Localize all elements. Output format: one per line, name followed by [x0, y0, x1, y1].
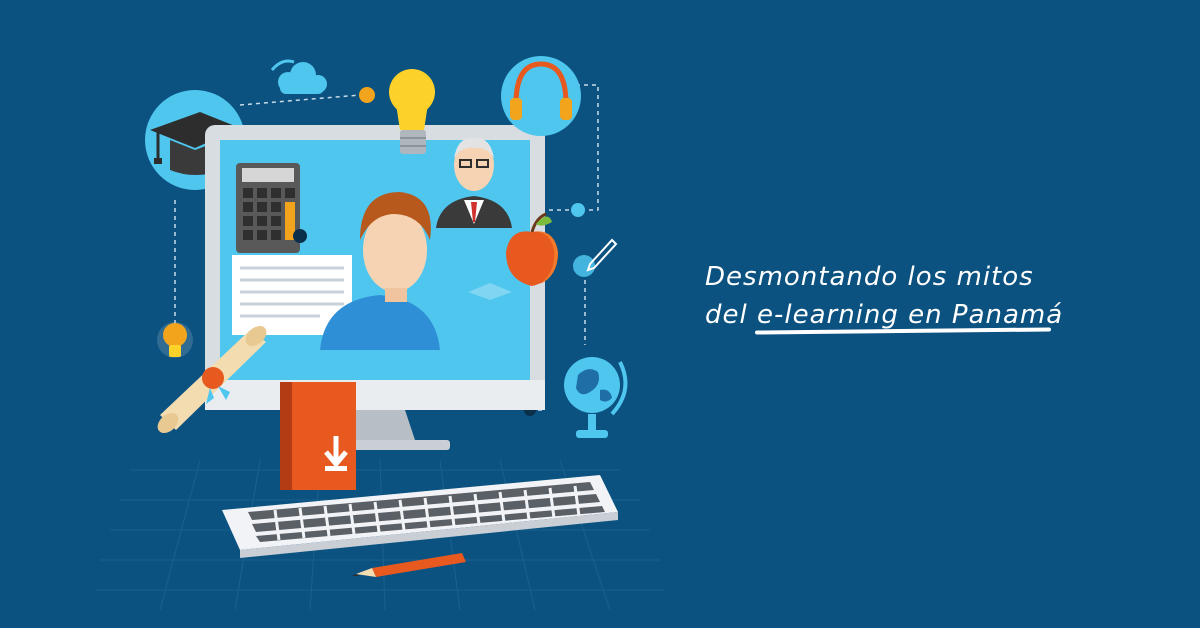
connector-dot: [571, 203, 585, 217]
globe-icon: [564, 357, 628, 438]
pencil-bottom-icon: [352, 553, 466, 577]
pencil-icon: [573, 238, 618, 277]
cloud-icon: [270, 59, 327, 94]
small-lightbulb-icon: [157, 322, 193, 358]
calculator-icon: [236, 163, 300, 253]
headline-line-1: Desmontando los mitos: [705, 262, 1034, 292]
connector-dot: [359, 87, 375, 103]
headphones-icon: [501, 56, 581, 136]
book-download-icon: [280, 382, 356, 490]
headline: Desmontando los mitos del e-learning en …: [705, 258, 1065, 334]
